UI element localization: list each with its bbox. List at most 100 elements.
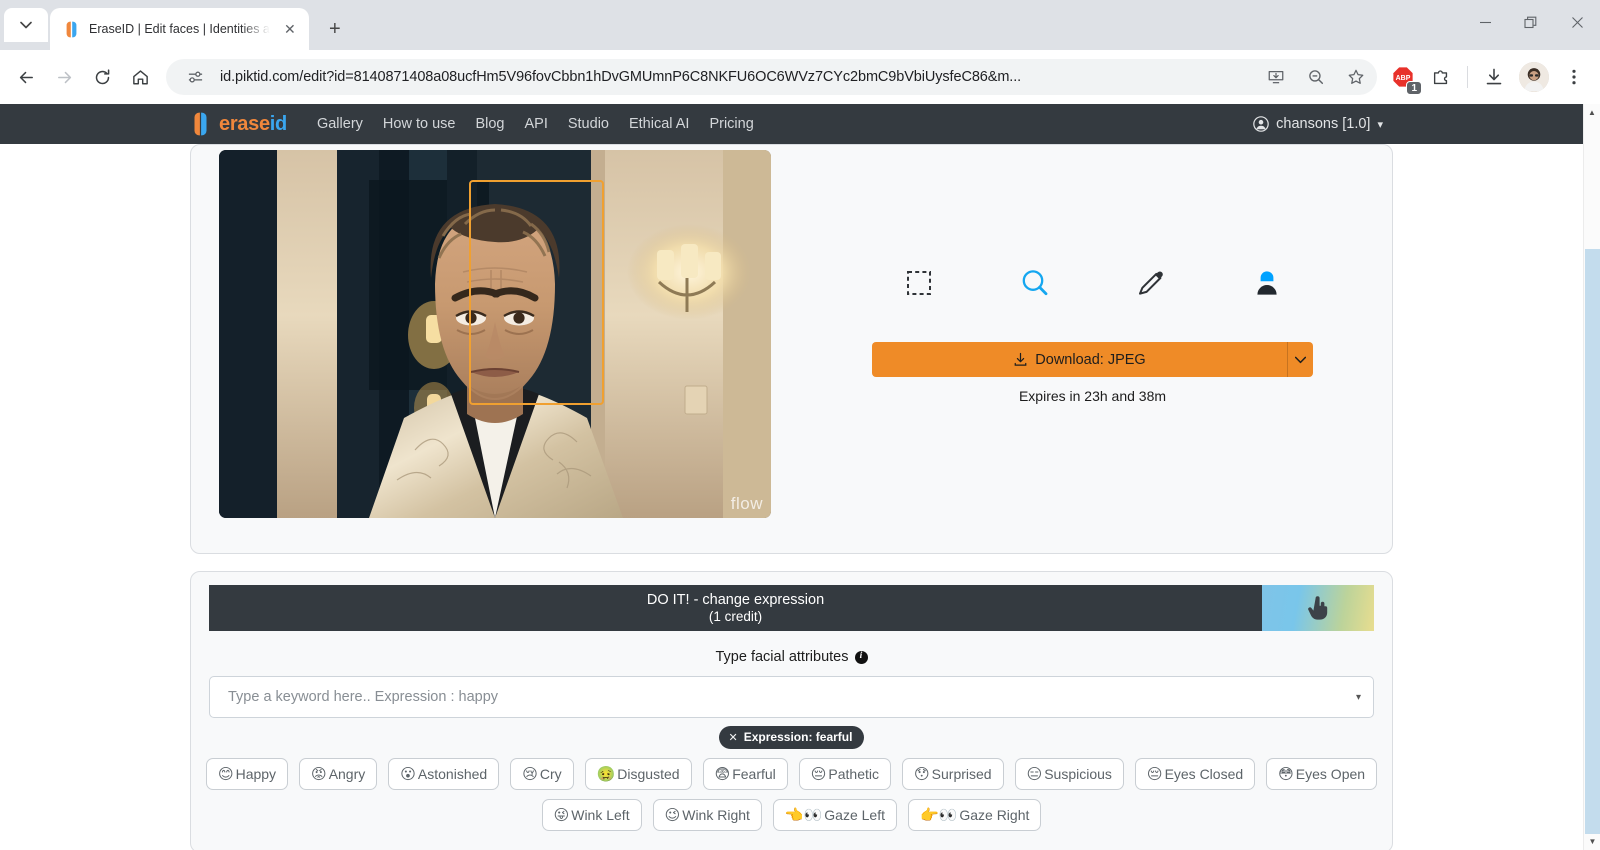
- nav-item-pricing[interactable]: Pricing: [699, 116, 763, 132]
- scrollbar-thumb[interactable]: [1585, 249, 1600, 834]
- preset-astonished[interactable]: 😮 Astonished: [388, 758, 500, 790]
- edit-pencil-button[interactable]: [1093, 260, 1209, 306]
- forward-button[interactable]: [46, 59, 82, 95]
- emoji-icon: 😡: [311, 764, 327, 783]
- page-scrollbar[interactable]: ▲ ▼: [1583, 104, 1600, 850]
- preset-cry[interactable]: 😢 Cry: [510, 758, 574, 790]
- preset-wink-left[interactable]: 😜 Wink Left: [541, 799, 642, 831]
- zoom-search-button[interactable]: [977, 260, 1093, 306]
- account-menu[interactable]: chansons [1.0] ▾: [1253, 116, 1383, 132]
- reload-button[interactable]: [84, 59, 120, 95]
- account-name: chansons [1.0]: [1276, 116, 1371, 132]
- adblock-badge-count: 1: [1406, 81, 1422, 95]
- tab-strip: EraseID | Edit faces | Identities a ✕ +: [0, 0, 1600, 50]
- zoom-out-icon[interactable]: [1301, 62, 1331, 92]
- close-icon[interactable]: ✕: [279, 18, 301, 40]
- preset-fearful[interactable]: 😨 Fearful: [702, 758, 788, 790]
- emoji-icon: 👈👀: [784, 805, 823, 824]
- preset-pathetic[interactable]: 😔 Pathetic: [798, 758, 892, 790]
- emoji-icon: 😯: [914, 764, 930, 783]
- site-header: eraseid Gallery How to use Blog API Stud…: [0, 104, 1583, 144]
- extensions-button[interactable]: [1423, 59, 1459, 95]
- home-button[interactable]: [122, 59, 158, 95]
- preset-wink-right[interactable]: 😉 Wink Right: [652, 799, 762, 831]
- preset-label: Eyes Open: [1295, 766, 1366, 782]
- maximize-button[interactable]: [1508, 0, 1554, 45]
- downloads-button[interactable]: [1476, 59, 1512, 95]
- site-info-icon[interactable]: [180, 62, 210, 92]
- emoji-icon: 🤢: [596, 764, 616, 783]
- keyword-input[interactable]: [226, 688, 1356, 706]
- nav-item-api[interactable]: API: [514, 116, 557, 132]
- preset-gaze-left[interactable]: 👈👀 Gaze Left: [772, 799, 897, 831]
- face-detection-box[interactable]: [469, 180, 604, 405]
- adblock-extension-button[interactable]: ABP 1: [1385, 59, 1422, 95]
- close-window-button[interactable]: [1554, 0, 1600, 45]
- minimize-icon: [1479, 21, 1491, 24]
- keyword-combobox[interactable]: ▾: [209, 676, 1374, 718]
- dashed-square-icon: [906, 271, 931, 295]
- preset-label: Pathetic: [828, 766, 880, 782]
- preset-label: Cry: [539, 766, 562, 782]
- chevron-down-icon[interactable]: ▾: [1356, 692, 1361, 703]
- three-dot-menu-icon[interactable]: [1556, 59, 1592, 95]
- scroll-up-button[interactable]: ▲: [1584, 104, 1600, 121]
- brand-wordmark: eraseid: [219, 113, 287, 136]
- site-logo[interactable]: eraseid: [190, 112, 287, 136]
- address-bar[interactable]: id.piktid.com/edit?id=8140871408a08ucfHm…: [166, 59, 1377, 95]
- preset-eyes-closed[interactable]: 😔 Eyes Closed: [1134, 758, 1256, 790]
- preset-happy[interactable]: 😊 Happy: [205, 758, 289, 790]
- identity-person-button[interactable]: [1209, 260, 1325, 306]
- nav-item-studio[interactable]: Studio: [558, 116, 619, 132]
- expression-presets: 😊 Happy 😡 Angry 😮 Astonished 😢 Cry 🤢 Disguste…: [205, 758, 1378, 831]
- profile-avatar[interactable]: [1519, 62, 1549, 92]
- info-icon[interactable]: i: [854, 650, 868, 664]
- preset-gaze-right[interactable]: 👉👀 Gaze Right: [907, 799, 1042, 831]
- download-format-dropdown[interactable]: [1287, 342, 1313, 377]
- new-tab-button[interactable]: +: [319, 13, 351, 45]
- scroll-down-button[interactable]: ▼: [1584, 833, 1600, 850]
- nav-item-ethical-ai[interactable]: Ethical AI: [619, 116, 699, 132]
- preset-disgusted[interactable]: 🤢 Disgusted: [584, 758, 692, 790]
- page-content: flow Download: JPEG Expires in 23h and 3…: [0, 144, 1583, 850]
- preset-label: Surprised: [931, 766, 992, 782]
- preset-label: Gaze Left: [824, 807, 885, 823]
- minimize-button[interactable]: [1462, 0, 1508, 45]
- nav-item-how-to-use[interactable]: How to use: [373, 116, 466, 132]
- do-it-hint-gradient[interactable]: [1262, 585, 1374, 631]
- eraseid-logo-icon: [190, 112, 211, 136]
- preset-eyes-open[interactable]: 😳 Eyes Open: [1266, 758, 1378, 790]
- nav-item-blog[interactable]: Blog: [465, 116, 514, 132]
- tab-search-button[interactable]: [4, 8, 48, 42]
- emoji-icon: 😊: [217, 764, 234, 783]
- do-it-credit-label: (1 credit): [708, 609, 763, 624]
- preset-suspicious[interactable]: 😑 Suspicious: [1014, 758, 1124, 790]
- browser-tab[interactable]: EraseID | Edit faces | Identities a ✕: [50, 8, 309, 50]
- back-button[interactable]: [8, 59, 44, 95]
- preset-label: Wink Left: [571, 807, 630, 823]
- select-region-button[interactable]: [861, 260, 977, 306]
- close-icon[interactable]: ✕: [729, 731, 738, 744]
- preview-image[interactable]: flow: [219, 150, 771, 518]
- attribute-chip-expression[interactable]: ✕ Expression: fearful: [718, 726, 865, 749]
- browser-toolbar: id.piktid.com/edit?id=8140871408a08ucfHm…: [0, 50, 1600, 104]
- install-app-icon[interactable]: [1261, 62, 1291, 92]
- facial-attributes-label-row: Type facial attributes i: [209, 649, 1374, 665]
- brand-erase-text: erase: [219, 112, 270, 135]
- attribute-chip-label: Expression: fearful: [743, 730, 853, 744]
- forward-arrow-icon: [57, 71, 71, 83]
- preset-label: Astonished: [417, 766, 488, 782]
- preset-surprised[interactable]: 😯 Surprised: [902, 758, 1004, 790]
- download-button[interactable]: Download: JPEG: [872, 342, 1287, 377]
- nav-item-gallery[interactable]: Gallery: [307, 116, 373, 132]
- close-icon: [1571, 17, 1583, 28]
- preset-label: Wink Right: [682, 807, 750, 823]
- preview-card: flow Download: JPEG Expires in 23h and 3…: [190, 144, 1393, 554]
- do-it-button[interactable]: DO IT! - change expression (1 credit): [209, 585, 1262, 631]
- preset-angry[interactable]: 😡 Angry: [299, 758, 378, 790]
- download-button-group: Download: JPEG: [872, 342, 1313, 377]
- tool-row: [793, 165, 1392, 306]
- star-icon[interactable]: [1341, 62, 1371, 92]
- download-row: Download: JPEG: [793, 342, 1392, 377]
- emoji-icon: 😉: [664, 805, 681, 824]
